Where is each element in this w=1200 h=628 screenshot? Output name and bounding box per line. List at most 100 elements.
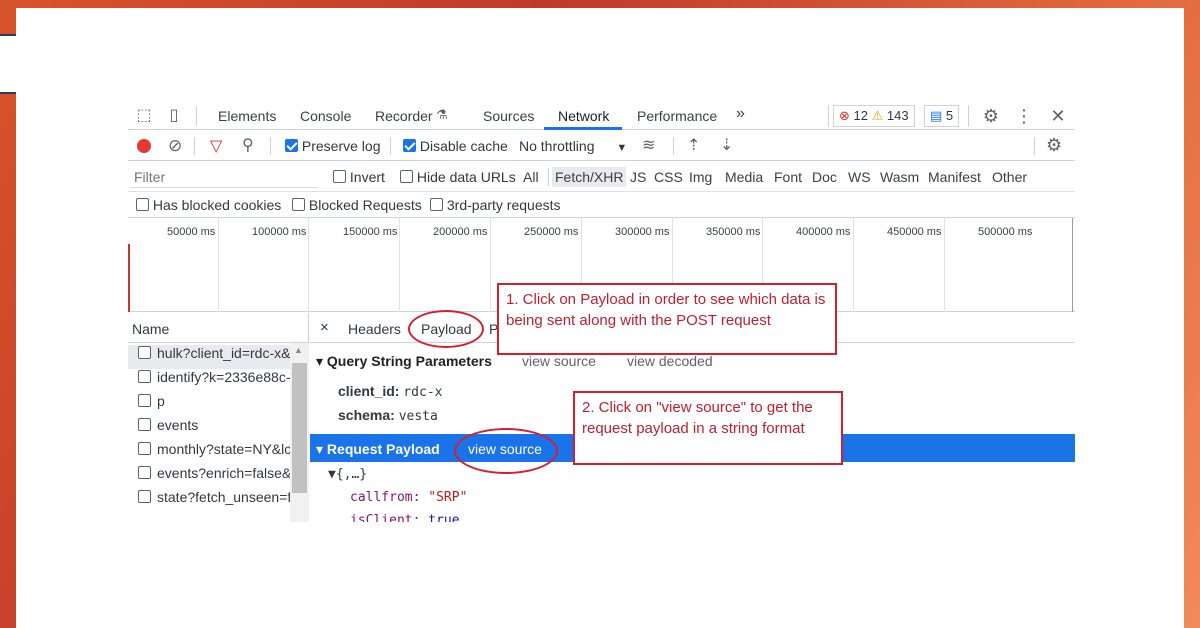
- tab-network[interactable]: Network: [558, 108, 609, 124]
- type-filter-ws[interactable]: WS: [848, 169, 871, 185]
- request-list-scrollbar[interactable]: ▲: [290, 343, 309, 522]
- request-name: events?enrich=false&: [157, 465, 290, 481]
- checkbox-unchecked[interactable]: [400, 170, 413, 183]
- timeline-gridline: [853, 218, 854, 312]
- type-filter-js[interactable]: JS: [630, 169, 646, 185]
- param-key: client_id:: [338, 383, 400, 399]
- settings-gear-icon[interactable]: ⚙: [981, 106, 1001, 126]
- network-settings-gear-icon[interactable]: ⚙: [1046, 135, 1062, 156]
- request-row[interactable]: events: [128, 417, 290, 441]
- request-row[interactable]: p: [128, 393, 290, 417]
- timeline-gridline: [490, 218, 491, 312]
- checkbox-unchecked[interactable]: [333, 170, 346, 183]
- type-filter-wasm[interactable]: Wasm: [880, 169, 919, 185]
- type-filter-doc[interactable]: Doc: [812, 169, 837, 185]
- type-filter-media[interactable]: Media: [725, 169, 763, 185]
- close-devtools-icon[interactable]: ✕: [1048, 106, 1068, 126]
- blocked-requests-label: Blocked Requests: [308, 197, 422, 213]
- divider: [548, 168, 549, 186]
- type-filter-img[interactable]: Img: [689, 169, 712, 185]
- type-filter-manifest[interactable]: Manifest: [928, 169, 981, 185]
- type-filter-css[interactable]: CSS: [654, 169, 683, 185]
- messages-counter[interactable]: ▤ 5: [924, 105, 960, 127]
- view-decoded-link[interactable]: view decoded: [627, 353, 713, 369]
- preserve-log-label: Preserve log: [301, 138, 381, 154]
- timeline-gridline: [1072, 218, 1073, 312]
- request-row[interactable]: events?enrich=false&: [128, 465, 290, 489]
- row-checkbox[interactable]: [138, 442, 151, 455]
- request-name: monthly?state=NY&lc: [157, 441, 290, 457]
- request-name: identify?k=2336e88c-: [157, 369, 290, 385]
- timeline-tick: 150000 ms: [343, 226, 398, 238]
- invert-label: Invert: [349, 169, 385, 185]
- filter-row: Invert Hide data URLs All Fetch/XHR JS C…: [128, 162, 1075, 192]
- checkbox-checked[interactable]: [285, 139, 298, 152]
- checkbox-unchecked[interactable]: [430, 198, 443, 211]
- type-filter-font[interactable]: Font: [774, 169, 802, 185]
- device-toolbar-icon[interactable]: ▯: [164, 106, 184, 126]
- preserve-log-checkbox[interactable]: Preserve log: [285, 138, 380, 154]
- tab-performance[interactable]: Performance: [637, 108, 717, 124]
- export-har-icon[interactable]: ⇣: [720, 135, 733, 155]
- timeline-tick: 250000 ms: [524, 226, 579, 238]
- error-warning-counter[interactable]: ⊗ 12 ⚠ 143: [833, 105, 915, 127]
- type-filter-fetch-xhr[interactable]: Fetch/XHR: [552, 167, 627, 187]
- kebab-menu-icon[interactable]: ⋮: [1014, 106, 1034, 126]
- row-checkbox[interactable]: [138, 418, 151, 431]
- request-row-selected[interactable]: hulk?client_id=rdc-x&: [128, 345, 290, 369]
- request-list-pane: Name hulk?client_id=rdc-x& identify?k=23…: [128, 313, 309, 522]
- tab-recorder[interactable]: Recorder: [375, 108, 433, 124]
- query-view-source-link[interactable]: view source: [522, 353, 596, 369]
- request-name: events: [157, 417, 199, 433]
- timeline-tick: 200000 ms: [433, 226, 488, 238]
- request-row[interactable]: identify?k=2336e88c-: [128, 369, 290, 393]
- row-checkbox[interactable]: [138, 370, 151, 383]
- third-party-checkbox[interactable]: 3rd-party requests: [430, 197, 561, 213]
- divider: [196, 107, 197, 125]
- hide-data-urls-checkbox[interactable]: Hide data URLs: [400, 169, 516, 185]
- blocked-cookies-checkbox[interactable]: Has blocked cookies: [136, 197, 281, 213]
- scrollbar-thumb[interactable]: [292, 363, 307, 493]
- clear-icon[interactable]: ⊘: [168, 136, 182, 156]
- checkbox-checked[interactable]: [403, 139, 416, 152]
- name-column-header[interactable]: Name: [128, 313, 309, 343]
- record-button[interactable]: [137, 139, 151, 156]
- tab-sources[interactable]: Sources: [483, 108, 534, 124]
- row-checkbox[interactable]: [138, 394, 151, 407]
- payload-tree-root[interactable]: ▼{,…}: [328, 467, 367, 482]
- checkbox-unchecked[interactable]: [292, 198, 305, 211]
- divider: [1034, 137, 1035, 155]
- divider: [194, 137, 195, 155]
- tab-headers[interactable]: Headers: [348, 321, 401, 337]
- tab-elements[interactable]: Elements: [218, 108, 276, 124]
- row-checkbox[interactable]: [138, 346, 151, 359]
- import-har-icon[interactable]: ⇡: [687, 135, 700, 155]
- divider: [828, 105, 829, 127]
- network-conditions-icon[interactable]: ≋: [642, 135, 655, 155]
- more-tabs-icon[interactable]: »: [736, 105, 745, 123]
- message-icon: ▤: [930, 108, 943, 123]
- row-checkbox[interactable]: [138, 490, 151, 503]
- request-row[interactable]: state?fetch_unseen=fa: [128, 489, 290, 513]
- type-filter-other[interactable]: Other: [992, 169, 1027, 185]
- search-icon[interactable]: ⚲: [242, 135, 254, 155]
- network-toolbar: ⊘ ▽ ⚲ Preserve log Disable cache No thro…: [128, 131, 1075, 161]
- close-detail-icon[interactable]: ×: [320, 319, 329, 336]
- filter-input[interactable]: [130, 166, 318, 188]
- request-row[interactable]: monthly?state=NY&lc: [128, 441, 290, 465]
- payload-line: isClient: true: [350, 513, 460, 522]
- timeline-tick: 350000 ms: [706, 226, 761, 238]
- tab-console[interactable]: Console: [300, 108, 351, 124]
- payload-highlight-ellipse: [408, 310, 484, 348]
- filter-funnel-icon[interactable]: ▽: [210, 136, 222, 156]
- row-checkbox[interactable]: [138, 466, 151, 479]
- checkbox-unchecked[interactable]: [136, 198, 149, 211]
- scroll-up-icon[interactable]: ▲: [294, 345, 303, 355]
- payload-value: true: [428, 513, 460, 522]
- blocked-requests-checkbox[interactable]: Blocked Requests: [292, 197, 422, 213]
- type-filter-all[interactable]: All: [523, 169, 539, 185]
- throttling-select[interactable]: No throttling ▼: [519, 138, 627, 154]
- inspect-element-icon[interactable]: ⬚: [134, 106, 154, 126]
- invert-checkbox[interactable]: Invert: [333, 169, 385, 185]
- disable-cache-checkbox[interactable]: Disable cache: [403, 138, 508, 154]
